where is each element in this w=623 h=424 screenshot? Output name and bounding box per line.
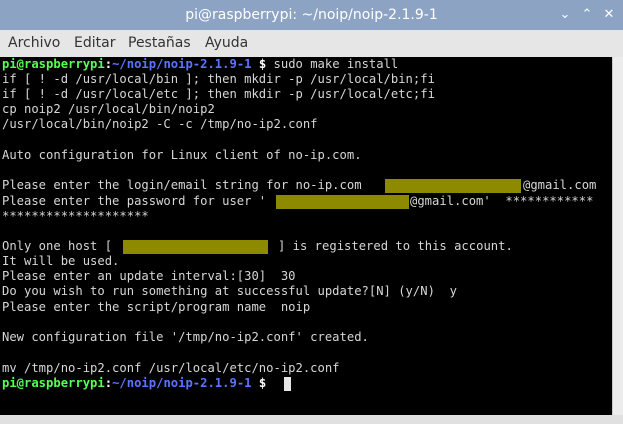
login-suffix: @gmail.com <box>523 178 597 192</box>
menu-bar: Archivo Editar Pestañas Ayuda <box>0 30 623 58</box>
host-line: Only one host [ <box>2 239 113 253</box>
menu-editar[interactable]: Editar <box>74 30 115 57</box>
menu-archivo[interactable]: Archivo <box>8 30 60 57</box>
prompt-user: pi@raspberrypi <box>2 376 105 390</box>
title-bar: pi@raspberrypi: ~/noip/noip-2.1.9-1 ⌄ ⌃ … <box>0 0 623 30</box>
output-line: Auto configuration for Linux client of n… <box>2 148 362 162</box>
prompt-line: pi@raspberrypi:~/noip/noip-2.1.9-1 $ <box>2 376 266 391</box>
output-line: Please enter an update interval:[30] 30 <box>2 269 296 283</box>
login-prompt-line: Please enter the login/email string for … <box>2 178 377 192</box>
minimize-button[interactable]: ⌄ <box>555 4 575 26</box>
prompt-dollar: $ <box>251 376 267 390</box>
prompt-path: ~/noip/noip-2.1.9-1 <box>112 376 252 390</box>
output-line: Do you wish to run something at successf… <box>2 284 457 298</box>
prompt-colon: : <box>104 376 113 390</box>
output-line: ******************** <box>2 209 149 223</box>
menu-pestanas[interactable]: Pestañas <box>128 30 191 57</box>
window-title: pi@raspberrypi: ~/noip/noip-2.1.9-1 <box>185 7 438 23</box>
redacted-login <box>385 179 521 193</box>
output-line: mv /tmp/no-ip2.conf /usr/local/etc/no-ip… <box>2 361 340 375</box>
output-line: /usr/local/bin/noip2 -C -c /tmp/no-ip2.c… <box>2 117 318 131</box>
maximize-button[interactable]: ⌃ <box>577 4 597 26</box>
output-line: if [ ! -d /usr/local/bin ]; then mkdir -… <box>2 72 435 86</box>
terminal-output[interactable]: pi@raspberrypi:~/noip/noip-2.1.9-1 $ sud… <box>0 57 612 415</box>
output-line: New configuration file '/tmp/no-ip2.conf… <box>2 330 369 344</box>
text-cursor <box>284 377 291 391</box>
output-line: if [ ! -d /usr/local/etc ]; then mkdir -… <box>2 87 435 101</box>
redacted-host <box>123 240 268 254</box>
terminal-scrollbar[interactable] <box>612 57 623 415</box>
window-bottom-edge <box>0 415 623 424</box>
redacted-user <box>276 195 409 209</box>
password-prompt-line: Please enter the password for user ' <box>2 194 267 208</box>
close-button[interactable]: ✕ <box>599 4 619 26</box>
prompt-path: ~/noip/noip-2.1.9-1 <box>112 57 252 71</box>
prompt-user: pi@raspberrypi <box>2 57 105 71</box>
password-suffix: @gmail.com' ************ <box>410 194 594 208</box>
output-line: It will be used. <box>2 254 120 268</box>
prompt-line: pi@raspberrypi:~/noip/noip-2.1.9-1 $ sud… <box>2 57 398 72</box>
prompt-colon: : <box>104 57 113 71</box>
menu-ayuda[interactable]: Ayuda <box>205 30 248 57</box>
prompt-dollar: $ <box>251 57 267 71</box>
command-text: sudo make install <box>266 57 399 71</box>
output-line: cp noip2 /usr/local/bin/noip2 <box>2 102 215 116</box>
host-suffix: ] is registered to this account. <box>278 239 513 253</box>
output-line: Please enter the script/program name noi… <box>2 300 311 314</box>
